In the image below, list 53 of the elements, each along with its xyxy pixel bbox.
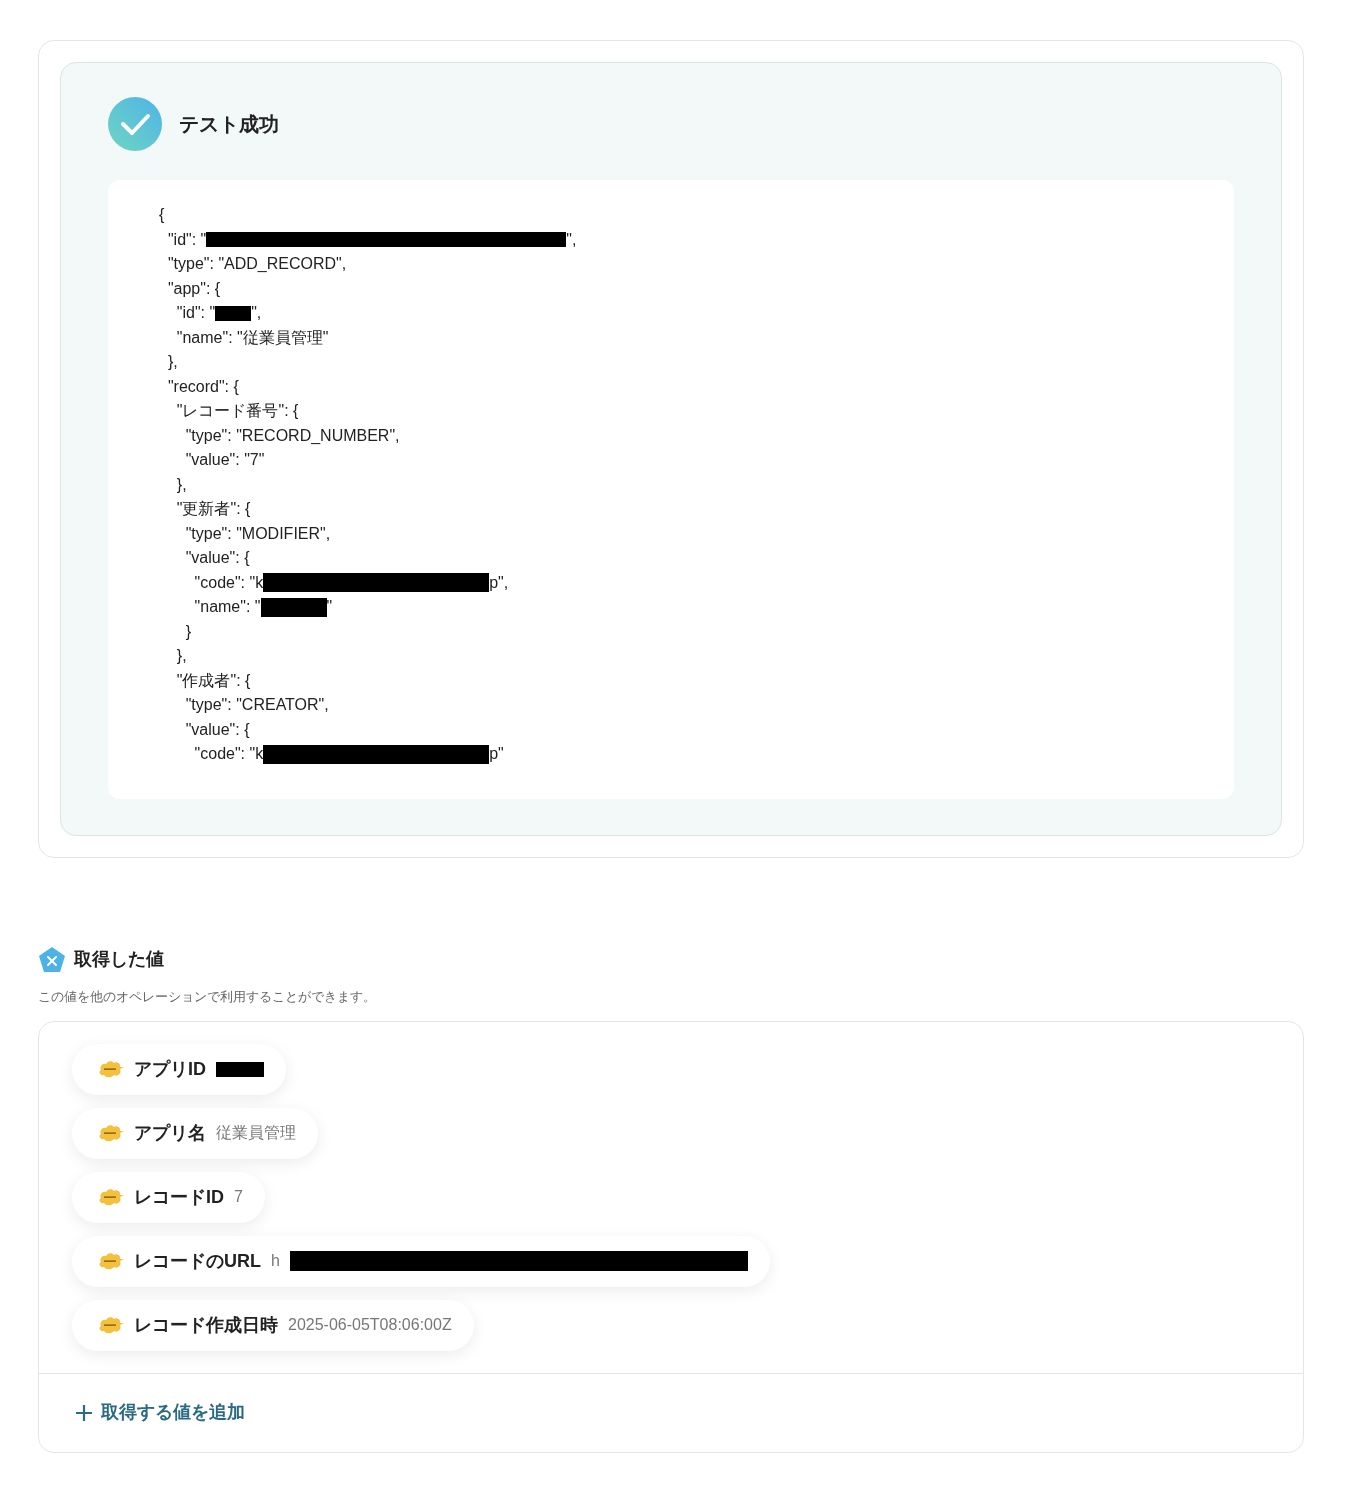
code-line: "record": { [166,376,239,397]
code-line: "type": "RECORD_NUMBER", [184,425,400,446]
output-chip[interactable]: アプリ名 従業員管理 [72,1107,318,1159]
code-line: "value": { [184,719,250,740]
output-label: アプリ名 [134,1121,206,1145]
code-line: "code": "k [193,572,264,593]
result-title: テスト成功 [179,112,279,137]
output-value: h [271,1251,280,1271]
output-label: アプリID [134,1057,206,1081]
cloud-icon [98,1251,124,1271]
variable-icon [38,946,66,973]
cloud-icon [98,1059,124,1079]
code-line: "id": " [166,229,207,250]
code-line: "value": { [184,548,250,568]
code-line: "code": "k [193,744,264,764]
code-line: }, [166,352,178,372]
code-line: { [159,205,165,225]
code-line: "レコード番号": { [175,401,299,421]
output-label: レコード作成日時 [134,1313,278,1337]
section-description: この値を他のオペレーションで利用することができます。 [38,988,377,1006]
code-line: }, [175,646,187,666]
output-label: レコードのURL [134,1249,261,1273]
code-line: "name": "従業員管理" [175,327,329,348]
code-line: "name": " [193,597,261,617]
code-line: "type": "ADD_RECORD", [166,254,347,274]
code-line: }, [175,474,187,495]
output-chip[interactable]: レコードID 7 [72,1171,265,1223]
code-line: "作成者": { [175,670,251,691]
code-line: "app": { [166,278,221,299]
output-chip[interactable]: アプリID [72,1043,286,1095]
output-value: 7 [234,1187,243,1207]
code-line: ", [251,303,262,323]
cloud-icon [98,1315,124,1335]
cloud-icon [98,1123,124,1143]
code-line: p", [489,572,509,593]
output-value: 従業員管理 [216,1123,296,1143]
plus-icon [75,1403,93,1422]
section-title: 取得した値 [74,948,164,971]
output-label: レコードID [134,1185,224,1209]
code-line: "id": " [175,303,216,323]
output-value: 2025-06-05T08:06:00Z [288,1315,452,1335]
code-line: "type": "MODIFIER", [184,523,331,544]
code-line: p" [489,744,504,764]
code-line: " [326,597,333,617]
cloud-icon [98,1187,124,1207]
add-value-button[interactable]: 取得する値を追加 [75,1399,245,1426]
code-line: "更新者": { [175,499,251,519]
code-line: } [184,621,191,642]
code-line: "value": "7" [184,450,265,470]
output-chip[interactable]: レコードのURL h [72,1235,770,1287]
code-line: ", [566,229,577,250]
output-chip[interactable]: レコード作成日時 2025-06-05T08:06:00Z [72,1299,474,1351]
code-line: "type": "CREATOR", [184,695,329,715]
